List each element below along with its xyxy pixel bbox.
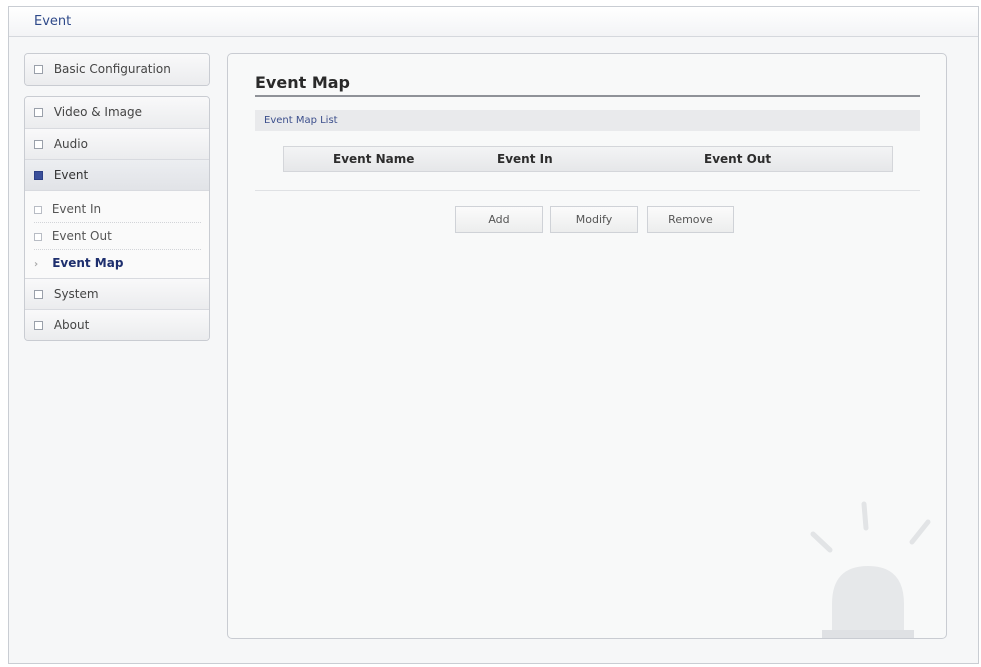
sidebar-item-label: Basic Configuration (53, 62, 171, 76)
sidebar-item-label: About (53, 318, 90, 332)
collapse-icon (34, 171, 43, 180)
sidebar-item-about[interactable]: About (25, 309, 209, 340)
section-label: Event Map List (264, 115, 338, 126)
section-header: Event Map List (255, 110, 920, 131)
sidebar-item-system[interactable]: System (25, 278, 209, 309)
expand-icon (34, 65, 43, 74)
page-title: Event Map (255, 73, 350, 92)
sidebar-item-event[interactable]: Event (25, 159, 209, 190)
sidebar-item-label: Video & Image (53, 105, 143, 119)
subitem-label: Event Map (52, 256, 124, 270)
title-bar: Event (9, 7, 978, 37)
main-panel: Event Map Event Map List Event Name Even… (227, 53, 947, 639)
sidebar-item-label: Event (53, 168, 89, 182)
expand-icon (34, 140, 43, 149)
event-map-table-header: Event Name Event In Event Out (283, 146, 893, 172)
subitem-label: Event In (51, 202, 102, 216)
event-submenu: Event In Event Out › Event Map (25, 190, 209, 278)
bullet-icon (34, 233, 42, 241)
arrow-icon: › (34, 259, 39, 270)
sidebar-subitem-event-in[interactable]: Event In (34, 196, 201, 223)
remove-button[interactable]: Remove (647, 206, 734, 233)
alarm-siren-icon (810, 501, 931, 638)
sidebar: Basic Configuration Video & Image Audio … (24, 53, 210, 351)
sidebar-item-label: System (53, 287, 99, 301)
bullet-icon (34, 206, 42, 214)
expand-icon (34, 108, 43, 117)
sidebar-subitem-event-out[interactable]: Event Out (34, 223, 201, 250)
add-button[interactable]: Add (455, 206, 543, 233)
sidebar-item-video-image[interactable]: Video & Image (25, 97, 209, 128)
sidebar-item-audio[interactable]: Audio (25, 128, 209, 159)
column-header-event-out: Event Out (704, 152, 772, 166)
modify-button[interactable]: Modify (550, 206, 638, 233)
column-header-event-name: Event Name (333, 152, 415, 166)
sidebar-menu-box: Video & Image Audio Event Event In Event… (24, 96, 210, 341)
expand-icon (34, 290, 43, 299)
sidebar-item-basic-configuration[interactable]: Basic Configuration (25, 54, 209, 85)
column-header-event-in: Event In (497, 152, 553, 166)
divider (255, 190, 920, 191)
sidebar-item-label: Audio (53, 137, 88, 151)
sidebar-subitem-event-map[interactable]: › Event Map (34, 250, 201, 276)
expand-icon (34, 321, 43, 330)
sidebar-basic-box: Basic Configuration (24, 53, 210, 86)
subitem-label: Event Out (51, 229, 112, 243)
title-underline (255, 95, 920, 97)
window-title: Event (34, 14, 72, 29)
